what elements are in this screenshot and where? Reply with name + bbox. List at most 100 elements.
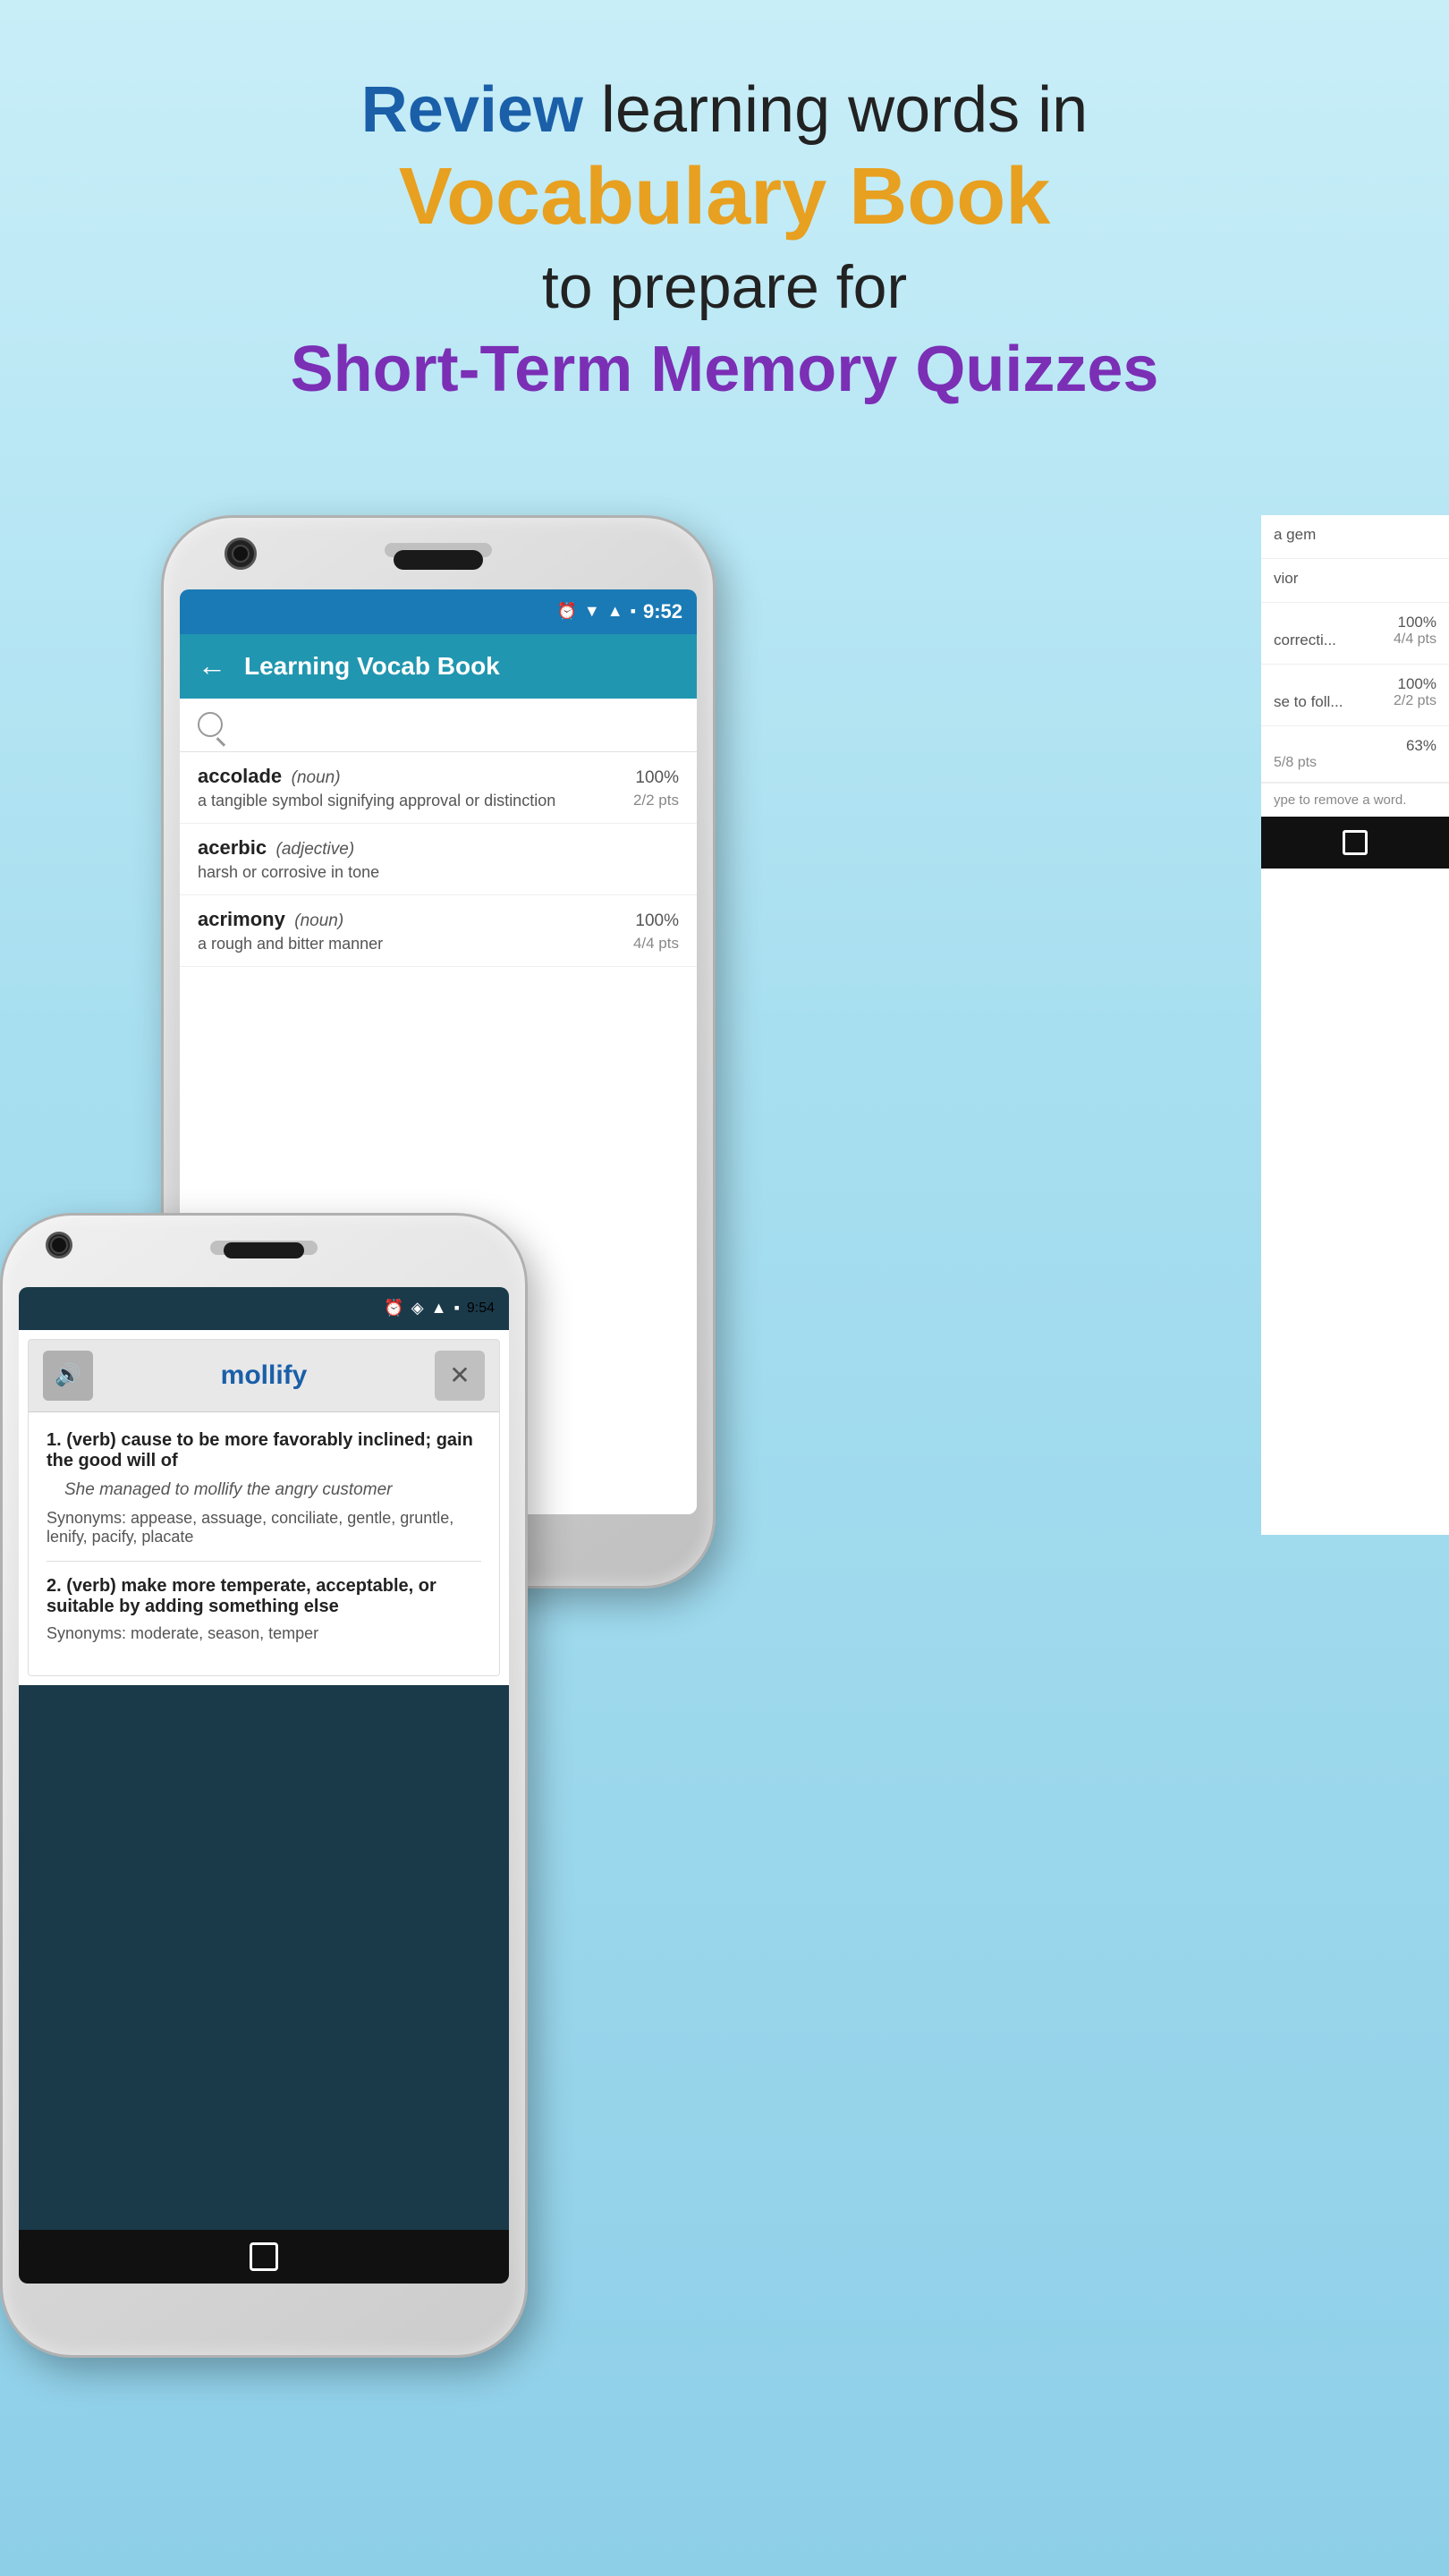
word-def-acrimony: a rough and bitter manner 4/4 pts — [198, 935, 679, 953]
status-bar-front: ⏰ ◈ ▲ ▪ 9:54 — [19, 1287, 509, 1330]
speaker-button[interactable]: 🔊 — [43, 1351, 93, 1401]
word-name-acerbic: acerbic — [198, 836, 267, 859]
app-bar-title: Learning Vocab Book — [244, 652, 500, 681]
status-time-back: 9:52 — [643, 600, 682, 623]
right-stats-last: 63% — [1274, 737, 1436, 755]
wifi-icon: ▼ — [584, 602, 600, 621]
status-bar-back: ⏰ ▼ ▲ ▪ 9:52 — [180, 589, 697, 634]
right-text-correcti: correcti... — [1274, 631, 1336, 649]
word-item-acrimony[interactable]: acrimony (noun) 100% a rough and bitter … — [180, 895, 697, 967]
definition-1-text: (verb) cause to be more favorably inclin… — [47, 1430, 473, 1470]
definition-1: 1. (verb) cause to be more favorably inc… — [47, 1430, 481, 1471]
word-header-acrimony: acrimony (noun) 100% — [198, 908, 679, 931]
word-dialog: 🔊 mollify ✕ 1. (verb) cause to be mo — [28, 1339, 500, 1676]
phone-screen-front: ⏰ ◈ ▲ ▪ 9:54 🔊 mollify — [19, 1287, 509, 2284]
right-text-vior: vior — [1274, 570, 1436, 588]
dialog-word: mollify — [93, 1360, 435, 1391]
word-item-accolade[interactable]: accolade (noun) 100% a tangible symbol s… — [180, 752, 697, 824]
background-area — [19, 1685, 509, 2230]
right-pts-foll: 2/2 pts — [1394, 693, 1436, 715]
phone-camera-back — [225, 538, 257, 570]
learning-words-text: learning words in — [583, 74, 1088, 146]
word-def-accolade: a tangible symbol signifying approval or… — [198, 792, 679, 810]
alarm-icon: ⏰ — [556, 602, 576, 621]
phone-shell-front: ⏰ ◈ ▲ ▪ 9:54 🔊 mollify — [0, 1213, 528, 2358]
quiz-text: Short-Term Memory Quizzes — [0, 331, 1449, 408]
battery-icon-front: ▪ — [453, 1299, 459, 1318]
app-bar-back: ← Learning Vocab Book — [180, 634, 697, 699]
phone-speaker-front — [224, 1242, 304, 1258]
swipe-hint: ype to remove a word. — [1261, 783, 1449, 817]
right-def-row-correcti: correcti... 4/4 pts — [1274, 631, 1436, 653]
word-pos-accolade: (noun) — [292, 768, 341, 787]
example-sentence-1: She managed to mollify the angry custome… — [64, 1480, 481, 1500]
wifi-icon-front: ◈ — [411, 1299, 424, 1318]
right-item-correcti: 100% correcti... 4/4 pts — [1261, 603, 1449, 665]
bottom-nav-right — [1261, 817, 1449, 869]
right-stats-foll: 100% — [1274, 675, 1436, 693]
word-pts-acrimony: 4/4 pts — [633, 935, 679, 953]
word-pos-acrimony: (noun) — [294, 911, 343, 930]
front-phone: ⏰ ◈ ▲ ▪ 9:54 🔊 mollify — [0, 1213, 528, 2358]
word-name-row-acrimony: acrimony (noun) — [198, 908, 343, 931]
review-text: Review — [361, 74, 583, 146]
alarm-icon-front: ⏰ — [384, 1299, 403, 1318]
right-percent-last: 63% — [1406, 737, 1436, 755]
right-def-row-last: 5/8 pts — [1274, 755, 1436, 771]
definition-2-text: (verb) make more temperate, acceptable, … — [47, 1576, 436, 1616]
right-pts-last: 5/8 pts — [1274, 755, 1317, 771]
definition-2: 2. (verb) make more temperate, acceptabl… — [47, 1576, 481, 1617]
word-name-accolade: accolade — [198, 765, 282, 787]
dialog-header: 🔊 mollify ✕ — [29, 1340, 499, 1412]
close-icon: ✕ — [449, 1360, 470, 1390]
back-arrow-icon[interactable]: ← — [198, 649, 226, 682]
word-pts-accolade: 2/2 pts — [633, 792, 679, 810]
speaker-icon: 🔊 — [55, 1362, 81, 1388]
right-item-vior: vior — [1261, 559, 1449, 603]
phones-area: ⏰ ▼ ▲ ▪ 9:52 ← Learning Vocab Book — [0, 462, 1449, 2563]
word-name-row: accolade (noun) — [198, 765, 341, 788]
swipe-hint-area: ype to remove a word. — [1261, 783, 1449, 869]
right-pts-correcti: 4/4 pts — [1394, 631, 1436, 653]
right-percent-correcti: 100% — [1398, 614, 1436, 631]
close-button[interactable]: ✕ — [435, 1351, 485, 1401]
word-header-accolade: accolade (noun) 100% — [198, 765, 679, 788]
header-line1: Review learning words in — [0, 72, 1449, 148]
word-def-acerbic: harsh or corrosive in tone — [198, 863, 679, 882]
right-text-gem: a gem — [1274, 526, 1436, 544]
right-stats-correcti: 100% — [1274, 614, 1436, 631]
right-item-foll: 100% se to foll... 2/2 pts — [1261, 665, 1449, 726]
word-percent-accolade: 100% — [635, 768, 679, 788]
nav-square-icon[interactable] — [250, 2242, 278, 2271]
search-icon — [198, 712, 223, 737]
signal-icon-front: ▲ — [431, 1299, 447, 1318]
prepare-text: to prepare for — [0, 245, 1449, 330]
synonyms-1: Synonyms: appease, assuage, conciliate, … — [47, 1509, 481, 1546]
phone-camera-front — [46, 1232, 72, 1258]
battery-icon: ▪ — [631, 602, 636, 621]
right-item-gem: a gem — [1261, 515, 1449, 559]
right-percent-foll: 100% — [1398, 675, 1436, 693]
phone-speaker-back — [394, 550, 483, 570]
synonyms-2: Synonyms: moderate, season, temper — [47, 1624, 481, 1643]
search-bar[interactable] — [180, 699, 697, 752]
right-partial-list: a gem vior 100% correcti... 4/4 pts 100%… — [1261, 515, 1449, 1535]
front-screen-content: ⏰ ◈ ▲ ▪ 9:54 🔊 mollify — [19, 1287, 509, 2284]
right-text-foll: se to foll... — [1274, 693, 1343, 711]
dialog-body: 1. (verb) cause to be more favorably inc… — [29, 1412, 499, 1675]
vocabulary-book-text: Vocabulary Book — [0, 148, 1449, 245]
right-def-row-foll: se to foll... 2/2 pts — [1274, 693, 1436, 715]
bottom-nav — [19, 2230, 509, 2284]
status-time-front: 9:54 — [467, 1301, 495, 1317]
word-name-acrimony: acrimony — [198, 908, 285, 930]
definition-divider — [47, 1561, 481, 1562]
word-header-acerbic: acerbic (adjective) — [198, 836, 679, 860]
word-name-row-acerbic: acerbic (adjective) — [198, 836, 354, 860]
nav-square-right — [1343, 830, 1368, 855]
word-pos-acerbic: (adjective) — [276, 840, 355, 859]
right-item-last: 63% 5/8 pts — [1261, 726, 1449, 783]
word-percent-acrimony: 100% — [635, 911, 679, 931]
word-item-acerbic[interactable]: acerbic (adjective) harsh or corrosive i… — [180, 824, 697, 895]
header-section: Review learning words in Vocabulary Book… — [0, 0, 1449, 444]
signal-icon: ▲ — [607, 602, 623, 621]
